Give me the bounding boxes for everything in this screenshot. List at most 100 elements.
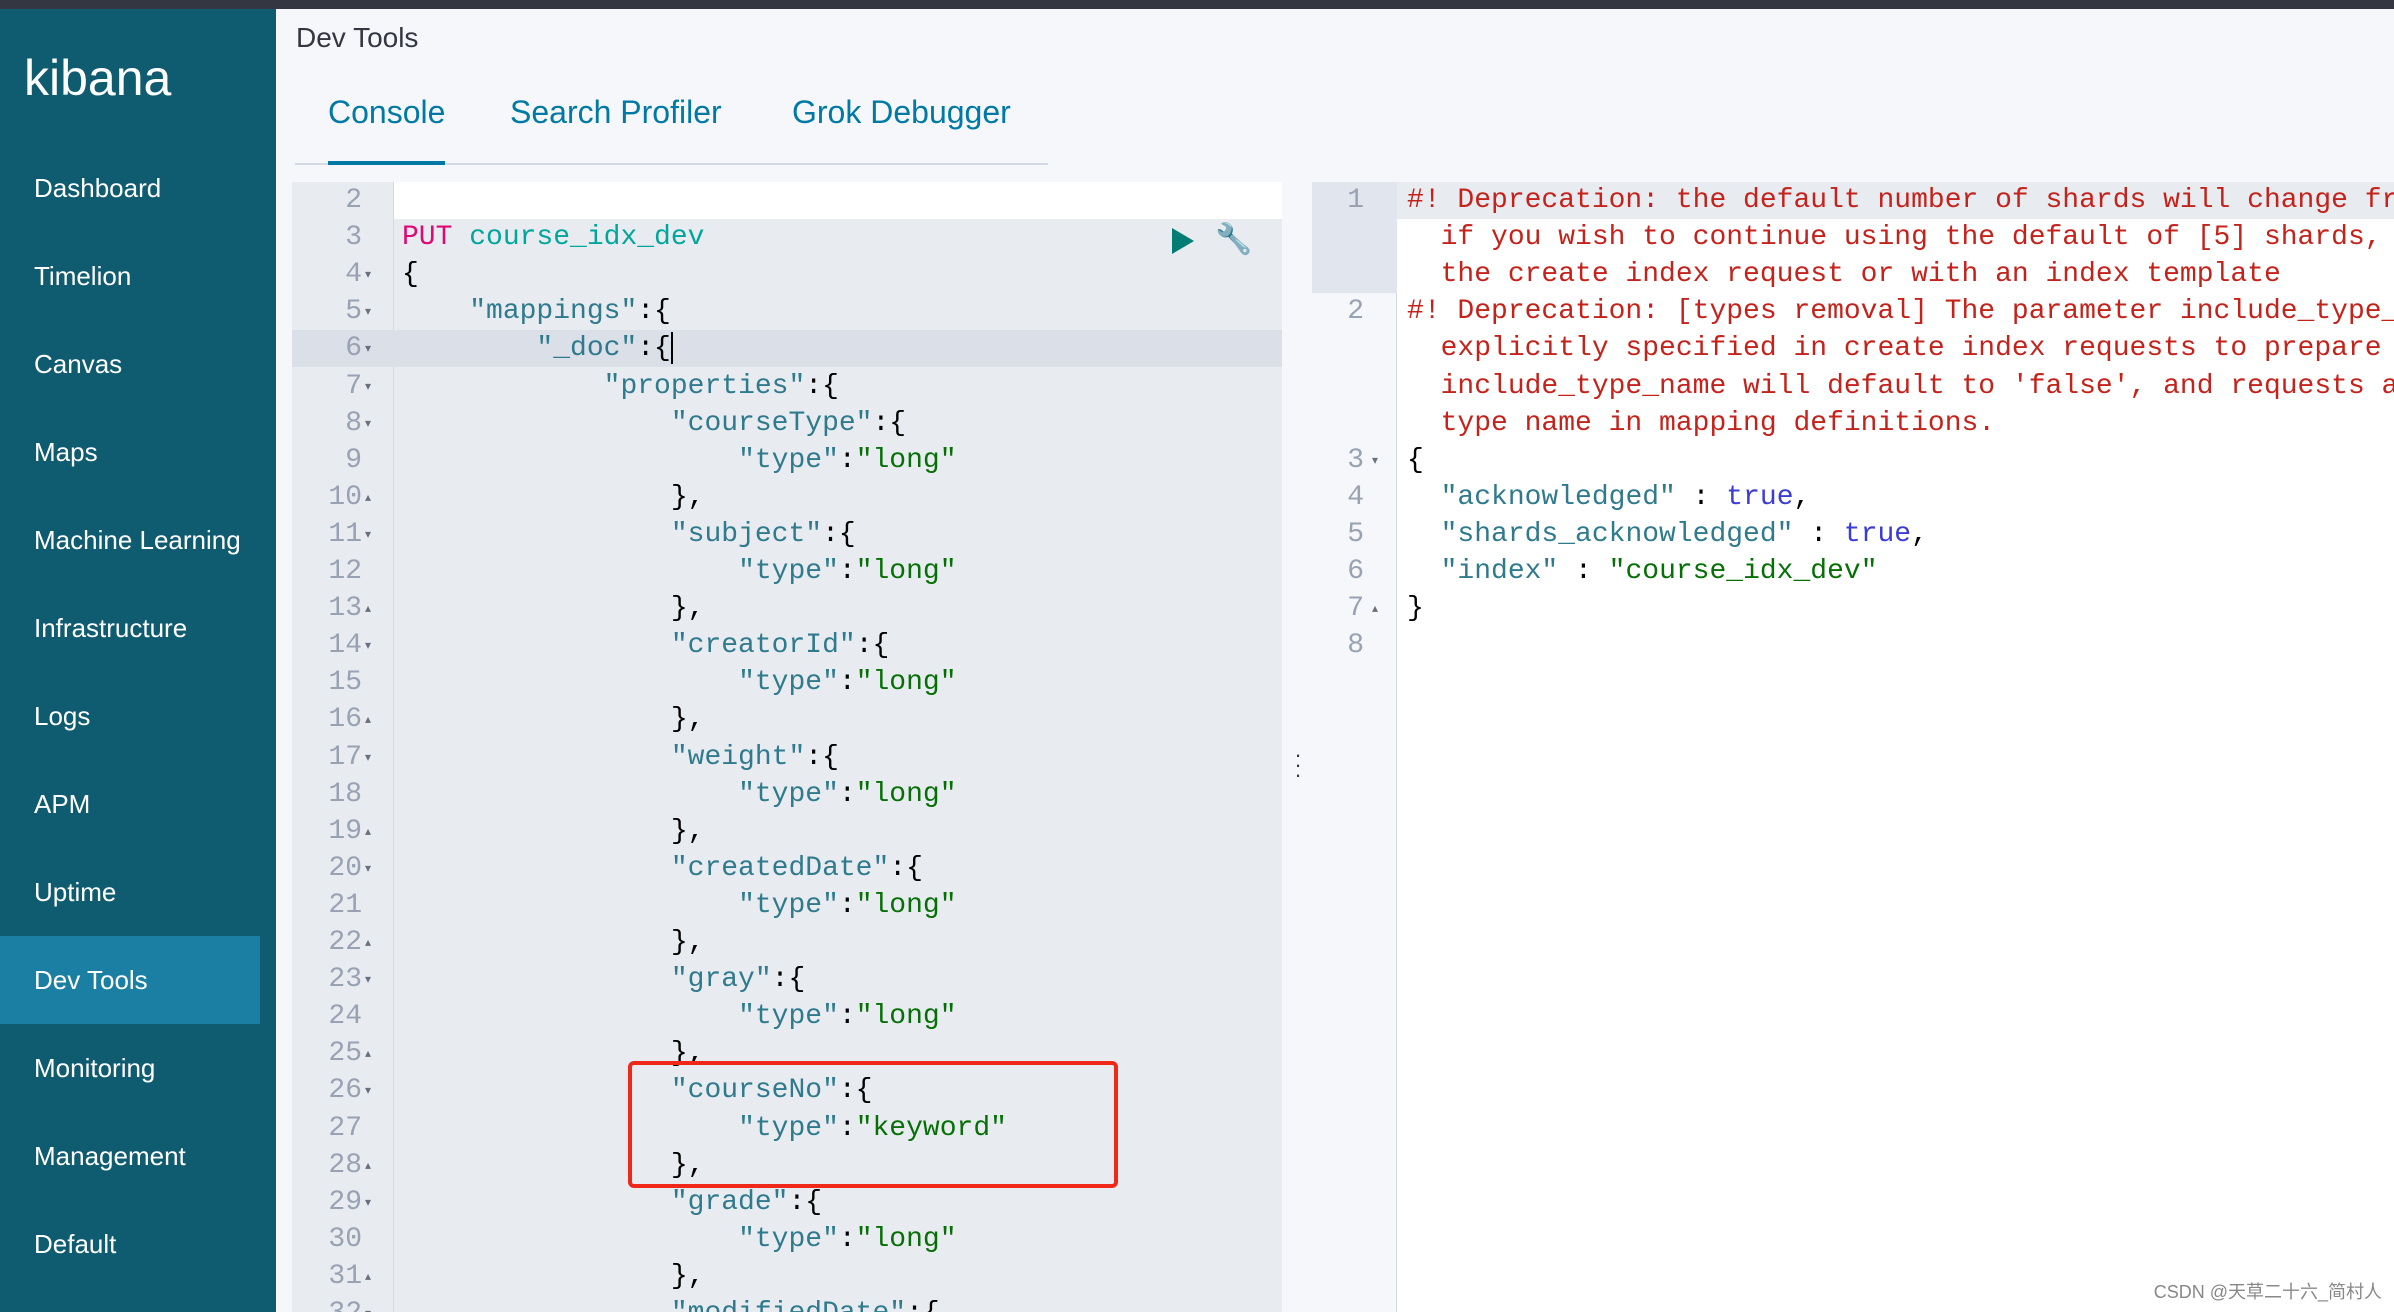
- output-line: "acknowledged" : true,: [1407, 479, 1811, 516]
- fold-expand-icon[interactable]: ▴: [365, 590, 371, 627]
- code-line[interactable]: "mappings":{: [402, 293, 671, 330]
- code-line[interactable]: },: [402, 701, 705, 738]
- code-line[interactable]: "courseType":{: [402, 405, 906, 442]
- fold-collapse-icon[interactable]: ▾: [365, 1072, 371, 1109]
- vertical-dots-icon[interactable]: · · ·: [1292, 744, 1304, 786]
- response-output[interactable]: 1 #! Deprecation: the default number of s…: [1312, 182, 2394, 1312]
- tab-bar: Console Search Profiler Grok Debugger: [295, 80, 1048, 165]
- sidebar-item-maps[interactable]: Maps: [0, 408, 260, 496]
- line-number: 6: [345, 333, 362, 365]
- code-token: "course_idx_dev": [1608, 556, 1878, 587]
- watermark: CSDN @天草二十六_简村人: [2153, 1282, 2382, 1302]
- code-token: :: [838, 1223, 856, 1255]
- sidebar-item-dashboard[interactable]: Dashboard: [0, 144, 260, 232]
- kibana-logo[interactable]: kibana: [24, 49, 171, 107]
- code-token: "long": [855, 1001, 957, 1033]
- sidebar-item-logs[interactable]: Logs: [0, 672, 260, 760]
- wrench-icon[interactable]: 🔧: [1215, 222, 1252, 257]
- fold-collapse-icon[interactable]: ▾: [365, 1295, 371, 1312]
- code-token: "creatorId": [670, 630, 856, 662]
- fold-expand-icon[interactable]: ▴: [1372, 590, 1378, 627]
- fold-expand-icon[interactable]: ▴: [365, 1258, 371, 1295]
- fold-collapse-icon[interactable]: ▾: [365, 256, 371, 293]
- code-line[interactable]: },: [402, 590, 705, 627]
- code-line[interactable]: "type":"long": [402, 1221, 956, 1258]
- code-line[interactable]: "createdDate":{: [402, 850, 923, 887]
- fold-expand-icon[interactable]: ▴: [365, 924, 371, 961]
- fold-collapse-icon[interactable]: ▾: [365, 1184, 371, 1221]
- code-line[interactable]: "_doc":{: [402, 330, 673, 367]
- code-line[interactable]: },: [402, 813, 705, 850]
- sidebar-item-dev-tools[interactable]: Dev Tools: [0, 936, 260, 1024]
- fold-collapse-icon[interactable]: ▾: [365, 850, 371, 887]
- code-token: "type": [738, 1001, 839, 1033]
- fold-collapse-icon[interactable]: ▾: [365, 293, 371, 330]
- code-line[interactable]: "type":"long": [402, 776, 957, 813]
- fold-expand-icon[interactable]: ▴: [365, 701, 371, 738]
- line-number: 3: [345, 222, 362, 254]
- tab-console[interactable]: Console: [328, 94, 446, 165]
- code-line[interactable]: {: [402, 256, 419, 293]
- code-token: "subject": [670, 518, 823, 550]
- code-line[interactable]: "properties":{: [402, 368, 839, 405]
- code-line[interactable]: },: [402, 924, 705, 961]
- fold-collapse-icon[interactable]: ▾: [365, 627, 371, 664]
- tab-grok-debugger[interactable]: Grok Debugger: [792, 94, 1011, 165]
- code-line[interactable]: PUT course_idx_dev: [402, 219, 704, 256]
- fold-collapse-icon[interactable]: ▾: [1372, 442, 1378, 479]
- line-number: 1: [1347, 185, 1364, 216]
- fold-collapse-icon[interactable]: ▾: [365, 330, 371, 367]
- text-cursor: [670, 332, 673, 364]
- code-token: :{: [906, 1298, 940, 1312]
- fold-expand-icon[interactable]: ▴: [365, 1147, 371, 1184]
- code-token: :{: [788, 1186, 823, 1218]
- tab-search-profiler[interactable]: Search Profiler: [510, 94, 722, 165]
- sidebar-item-timelion[interactable]: Timelion: [0, 232, 260, 320]
- code-line[interactable]: "gray":{: [402, 961, 805, 998]
- code-line[interactable]: "weight":{: [402, 739, 839, 776]
- code-line[interactable]: "type":"long": [402, 998, 957, 1035]
- code-token: :{: [805, 370, 839, 402]
- sidebar-item-apm[interactable]: APM: [0, 760, 260, 848]
- fold-expand-icon[interactable]: ▴: [365, 1035, 371, 1072]
- fold-collapse-icon[interactable]: ▾: [365, 739, 371, 776]
- fold-collapse-icon[interactable]: ▾: [365, 368, 371, 405]
- fold-expand-icon[interactable]: ▴: [365, 479, 371, 516]
- code-line[interactable]: },: [402, 479, 705, 516]
- fold-collapse-icon[interactable]: ▾: [365, 405, 371, 442]
- code-token: "long": [855, 556, 957, 587]
- code-line[interactable]: "type":"long": [402, 887, 956, 924]
- code-line[interactable]: "type":"long": [402, 553, 957, 590]
- code-line[interactable]: "creatorId":{: [402, 627, 889, 664]
- fold-expand-icon[interactable]: ▴: [365, 813, 371, 850]
- sidebar-item-management[interactable]: Management: [0, 1112, 260, 1200]
- sidebar-item-canvas[interactable]: Canvas: [0, 320, 260, 408]
- sidebar-item-infrastructure[interactable]: Infrastructure: [0, 584, 260, 672]
- line-number: 4: [1347, 481, 1364, 513]
- code-line[interactable]: "type":"long": [402, 442, 956, 479]
- code-token: "type": [738, 889, 839, 921]
- sidebar-item-uptime[interactable]: Uptime: [0, 848, 260, 936]
- code-line[interactable]: },: [402, 1258, 705, 1295]
- line-number: 8: [345, 407, 362, 439]
- code-token: "grade": [670, 1186, 789, 1218]
- fold-collapse-icon[interactable]: ▾: [365, 516, 371, 553]
- code-line[interactable]: "type":"long": [402, 664, 956, 701]
- code-line[interactable]: "grade":{: [402, 1184, 822, 1221]
- fold-collapse-icon[interactable]: ▾: [365, 961, 371, 998]
- sidebar-item-monitoring[interactable]: Monitoring: [0, 1024, 260, 1112]
- code-line[interactable]: "modifiedDate":{: [402, 1295, 940, 1312]
- code-token: "long": [855, 778, 957, 810]
- line-number: 11: [328, 518, 362, 550]
- sidebar-item-default[interactable]: Default: [0, 1200, 260, 1288]
- play-icon[interactable]: [1172, 228, 1194, 254]
- sidebar-item-machine-learning[interactable]: Machine Learning: [0, 496, 260, 584]
- code-token: :: [838, 556, 856, 587]
- line-number: 9: [345, 444, 362, 476]
- code-token: :{: [822, 518, 856, 550]
- code-line[interactable]: "subject":{: [402, 516, 856, 553]
